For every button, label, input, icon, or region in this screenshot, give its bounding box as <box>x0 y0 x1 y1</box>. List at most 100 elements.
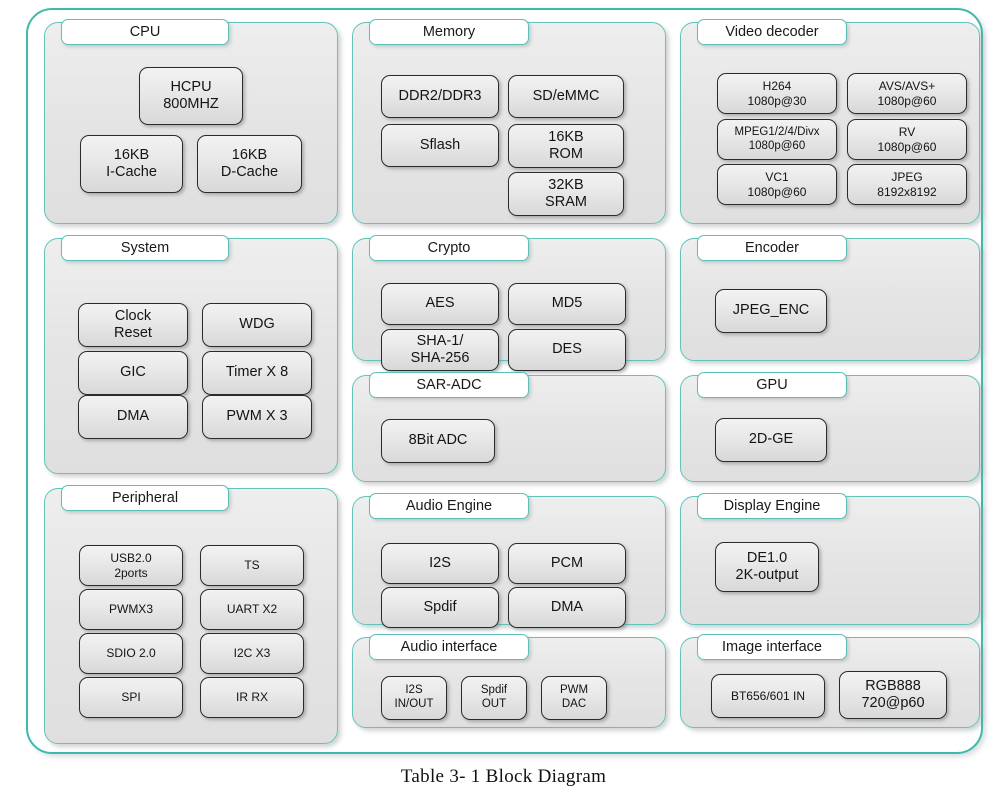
block-sram[interactable]: 32KB SRAM <box>508 172 624 216</box>
block-rv[interactable]: RV 1080p@60 <box>847 119 967 160</box>
block-2d-ge[interactable]: 2D-GE <box>715 418 827 462</box>
panel-image-interface[interactable]: Image interface BT656/601 IN RGB888 720@… <box>680 634 980 728</box>
block-line2: ROM <box>549 146 583 162</box>
block-line2: I-Cache <box>106 164 157 180</box>
block-line2: 1080p@60 <box>877 93 937 108</box>
block-audio-dma[interactable]: DMA <box>508 587 626 628</box>
block-line1: DMA <box>550 598 584 615</box>
block-uart[interactable]: UART X2 <box>200 589 304 630</box>
block-spdif[interactable]: Spdif <box>381 587 499 628</box>
block-line1: SPI <box>121 690 141 705</box>
panel-title-display-engine: Display Engine <box>697 493 847 519</box>
block-sflash[interactable]: Sflash <box>381 124 499 167</box>
panel-crypto[interactable]: Crypto AES MD5 SHA-1/ SHA-256 DES <box>352 235 666 371</box>
block-wdg[interactable]: WDG <box>202 303 312 347</box>
block-line2: D-Cache <box>220 164 279 180</box>
block-line1: PWMX3 <box>108 602 153 617</box>
block-vc1[interactable]: VC1 1080p@60 <box>717 164 837 205</box>
panel-gpu[interactable]: GPU 2D-GE <box>680 372 980 482</box>
block-i-cache[interactable]: 16KB I-Cache <box>80 135 183 193</box>
block-sha[interactable]: SHA-1/ SHA-256 <box>381 329 499 371</box>
block-spdif-out[interactable]: Spdif OUT <box>461 676 527 720</box>
block-clock-reset[interactable]: Clock Reset <box>78 303 188 347</box>
block-mpeg[interactable]: MPEG1/2/4/Divx 1080p@60 <box>717 119 837 160</box>
block-line2: Reset <box>114 325 152 341</box>
block-line1: IR RX <box>235 690 268 705</box>
block-line1: Spdif <box>423 598 457 615</box>
block-line1: DMA <box>116 408 150 425</box>
panel-title-sar-adc: SAR-ADC <box>369 372 529 398</box>
block-timer[interactable]: Timer X 8 <box>202 351 312 395</box>
block-line1: I2S <box>429 554 451 571</box>
panel-cpu[interactable]: CPU HCPU 800MHZ 16KB I-Cache 16KB D-Cach… <box>44 19 338 224</box>
panel-system[interactable]: System Clock Reset WDG GIC Timer X 8 DMA… <box>44 235 338 474</box>
block-rom[interactable]: 16KB ROM <box>508 124 624 168</box>
panel-title-video-decoder: Video decoder <box>697 19 847 45</box>
block-line1: PCM <box>550 554 584 571</box>
block-8bit-adc[interactable]: 8Bit ADC <box>381 419 495 463</box>
block-hcpu[interactable]: HCPU 800MHZ <box>139 67 243 125</box>
panel-sar-adc[interactable]: SAR-ADC 8Bit ADC <box>352 372 666 482</box>
block-line1: GIC <box>120 364 146 381</box>
panel-display-engine[interactable]: Display Engine DE1.0 2K-output <box>680 493 980 625</box>
block-pcm[interactable]: PCM <box>508 543 626 584</box>
block-sdio[interactable]: SDIO 2.0 <box>79 633 183 674</box>
diagram-column-right: Video decoder H264 1080p@30 AVS/AVS+ 108… <box>680 19 980 744</box>
panel-title-cpu: CPU <box>61 19 229 45</box>
panel-title-encoder: Encoder <box>697 235 847 261</box>
block-d-cache[interactable]: 16KB D-Cache <box>197 135 302 193</box>
block-de10[interactable]: DE1.0 2K-output <box>715 542 819 592</box>
block-pwm-dac[interactable]: PWM DAC <box>541 676 607 720</box>
panel-title-system: System <box>61 235 229 261</box>
block-avs[interactable]: AVS/AVS+ 1080p@60 <box>847 73 967 114</box>
block-md5[interactable]: MD5 <box>508 283 626 325</box>
block-gic[interactable]: GIC <box>78 351 188 395</box>
block-sd-emmc[interactable]: SD/eMMC <box>508 75 624 118</box>
block-line1: 16KB <box>113 146 150 163</box>
block-pwmx3[interactable]: PWMX3 <box>79 589 183 630</box>
block-bt656[interactable]: BT656/601 IN <box>711 674 825 718</box>
panel-audio-interface[interactable]: Audio interface I2S IN/OUT Spdif OUT PWM… <box>352 634 666 728</box>
block-line1: H264 <box>762 79 792 94</box>
block-dma[interactable]: DMA <box>78 395 188 439</box>
block-line1: MD5 <box>551 295 583 312</box>
panel-memory[interactable]: Memory DDR2/DDR3 SD/eMMC Sflash 16KB ROM… <box>352 19 666 224</box>
block-rgb888[interactable]: RGB888 720@p60 <box>839 671 947 719</box>
block-pwm[interactable]: PWM X 3 <box>202 395 312 439</box>
block-line2: SRAM <box>545 194 587 210</box>
block-h264[interactable]: H264 1080p@30 <box>717 73 837 114</box>
block-usb2[interactable]: USB2.0 2ports <box>79 545 183 586</box>
block-line1: WDG <box>239 316 275 333</box>
block-line1: PWM <box>559 684 589 697</box>
block-line2: 720@p60 <box>861 695 925 711</box>
block-line2: DAC <box>561 698 587 710</box>
block-i2s[interactable]: I2S <box>381 543 499 584</box>
block-line2: 2K-output <box>735 567 799 583</box>
block-des[interactable]: DES <box>508 329 626 371</box>
panel-audio-engine[interactable]: Audio Engine I2S PCM Spdif DMA <box>352 493 666 628</box>
block-jpeg-enc[interactable]: JPEG_ENC <box>715 289 827 333</box>
panel-title-peripheral: Peripheral <box>61 485 229 511</box>
block-aes[interactable]: AES <box>381 283 499 325</box>
block-line1: TS <box>244 558 260 573</box>
block-line1: HCPU <box>170 78 212 95</box>
block-line1: AES <box>425 295 455 312</box>
panel-title-image-interface: Image interface <box>697 634 847 660</box>
block-i2s-inout[interactable]: I2S IN/OUT <box>381 676 447 720</box>
panel-encoder[interactable]: Encoder JPEG_ENC <box>680 235 980 361</box>
block-ts[interactable]: TS <box>200 545 304 586</box>
panel-peripheral[interactable]: Peripheral USB2.0 2ports TS PWMX3 UART X… <box>44 485 338 744</box>
block-line1: I2C X3 <box>233 646 271 661</box>
block-line1: VC1 <box>765 170 789 185</box>
block-line1: 16KB <box>548 128 584 145</box>
block-line1: SDIO 2.0 <box>106 646 156 661</box>
block-jpeg-decode[interactable]: JPEG 8192x8192 <box>847 164 967 205</box>
block-line1: Spdif <box>480 684 508 697</box>
block-spi[interactable]: SPI <box>79 677 183 718</box>
panel-video-decoder[interactable]: Video decoder H264 1080p@30 AVS/AVS+ 108… <box>680 19 980 224</box>
block-line1: Sflash <box>419 136 461 153</box>
block-ir-rx[interactable]: IR RX <box>200 677 304 718</box>
block-line2: OUT <box>481 698 507 710</box>
block-ddr[interactable]: DDR2/DDR3 <box>381 75 499 118</box>
block-i2c[interactable]: I2C X3 <box>200 633 304 674</box>
